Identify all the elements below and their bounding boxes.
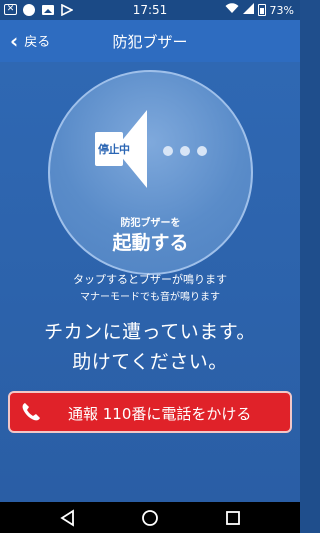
help-message: チカンに遭っています。 助けてください。 [0, 317, 300, 377]
hint-silent-mode: マナーモードでも音が鳴ります [80, 292, 220, 303]
main-content: 停止中 防犯ブザーを 起動する タップするとブザーが鳴ります マナーモードでも音… [0, 62, 300, 502]
status-bar: ✕ 17:51 73% [0, 0, 300, 20]
buzzer-main-label: 起動する [112, 232, 189, 254]
back-triangle-icon[interactable] [58, 508, 78, 528]
system-nav-bar [0, 502, 300, 533]
system-icons: 73% [225, 3, 294, 17]
help-message-line2: 助けてください。 [72, 351, 228, 373]
battery-icon [257, 4, 266, 16]
help-message-line1: チカンに遭っています。 [44, 321, 256, 343]
wifi-icon [225, 3, 239, 17]
recents-square-icon[interactable] [223, 508, 243, 528]
sound-dots-icon [163, 146, 207, 156]
phone-icon [20, 401, 42, 423]
home-circle-icon[interactable] [140, 508, 160, 528]
hint-tap: タップするとブザーが鳴ります [73, 273, 227, 286]
page-title: 防犯ブザー [112, 33, 188, 51]
battery-level: 73% [269, 3, 294, 17]
buzzer-sub-label: 防犯ブザーを [120, 218, 181, 229]
app-bar: ‹ 戻る 防犯ブザー [0, 20, 300, 62]
buzzer-start-button[interactable]: 停止中 防犯ブザーを 起動する [48, 70, 253, 275]
buzzer-state-label: 停止中 [98, 143, 130, 156]
call-button-label: 通報 110番に電話をかける [68, 405, 252, 423]
speaker-icon: 停止中 [95, 110, 157, 188]
signal-icon [242, 3, 254, 17]
call-110-button[interactable]: 通報 110番に電話をかける [8, 391, 292, 433]
